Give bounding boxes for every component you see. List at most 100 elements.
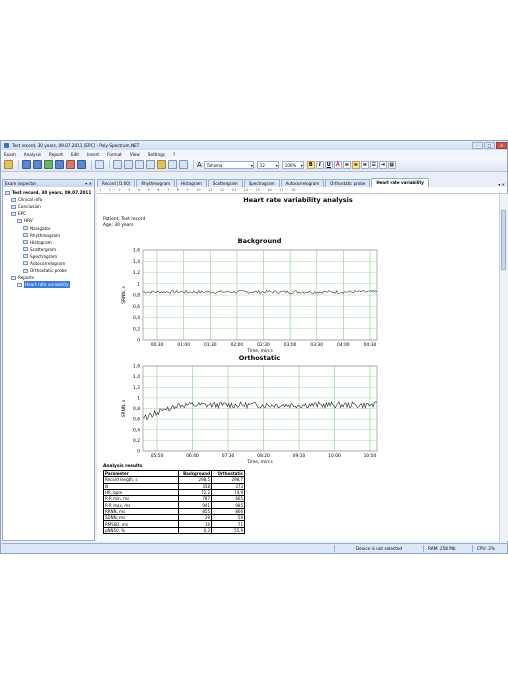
- tree-item-label: Reports: [18, 275, 35, 281]
- analysis-results-table: Parameter Background Orthostatic Record len…: [103, 469, 245, 534]
- print-icon[interactable]: [113, 160, 122, 169]
- tab-7[interactable]: Heart rate variability: [371, 178, 429, 187]
- table-cell: 0,3: [178, 526, 212, 534]
- print-preview-icon[interactable]: [124, 160, 133, 169]
- tree-item[interactable]: Scattergram: [3, 246, 94, 253]
- ruler: · 1 · · · 1 · · · 2 · · · 3 · · · 4 · · …: [97, 187, 507, 194]
- tree-item[interactable]: Orthostatic probe: [3, 267, 94, 274]
- x-tick-label: 10:00: [328, 453, 341, 459]
- table-row: pNN50, % 0,3 55,9: [103, 526, 245, 534]
- analysis-results-title: Analysis results: [103, 464, 143, 469]
- tree-node-icon: [17, 282, 22, 287]
- tree-item-label: EPC: [18, 211, 27, 217]
- bullet-list-icon[interactable]: ☰: [369, 160, 378, 169]
- tree-item-label: Orthostatic probe: [30, 268, 67, 274]
- y-axis-label: SRNN, s: [121, 286, 127, 304]
- maximize-button[interactable]: □: [484, 142, 495, 149]
- x-tick-label: 07:30: [222, 453, 235, 459]
- exam-tree: Test record, 30 years, 09.07.2011 Clinica…: [3, 187, 94, 289]
- y-tick-label: 1,6: [133, 364, 140, 370]
- bold-button[interactable]: B: [306, 160, 315, 169]
- close-button[interactable]: ✕: [496, 142, 507, 149]
- tree-item[interactable]: EPC: [3, 210, 94, 217]
- underline-button[interactable]: U: [324, 160, 333, 169]
- cut-icon[interactable]: [135, 160, 144, 169]
- tab-6[interactable]: Orthostatic probe: [325, 179, 371, 187]
- tree-item[interactable]: Rhythmogram: [3, 232, 94, 239]
- tree-item-label: Spectrogram: [30, 253, 58, 259]
- table-cell: pNN50, %: [103, 526, 179, 534]
- font-name-select[interactable]: Tahoma ▾: [203, 160, 254, 169]
- database-icon[interactable]: [55, 160, 64, 169]
- minimize-button[interactable]: –: [472, 142, 483, 149]
- export-icon[interactable]: [44, 160, 53, 169]
- indent-icon[interactable]: ⇥: [378, 160, 387, 169]
- tree-node-icon: [23, 261, 28, 266]
- redo-icon[interactable]: [179, 160, 188, 169]
- wrench-icon[interactable]: [95, 160, 104, 169]
- menu-edit[interactable]: Edit: [71, 152, 79, 157]
- paste-icon[interactable]: [157, 160, 166, 169]
- menu-exam[interactable]: Exam: [4, 152, 16, 157]
- tree-item[interactable]: Spectrogram: [3, 253, 94, 260]
- menu-format[interactable]: Format: [107, 152, 122, 157]
- copy-icon[interactable]: [146, 160, 155, 169]
- tree-node-icon: [11, 204, 16, 209]
- menu-view[interactable]: View: [130, 152, 140, 157]
- undo-icon[interactable]: [168, 160, 177, 169]
- tab-2[interactable]: Histogram: [176, 179, 207, 187]
- font-color-button[interactable]: A: [333, 160, 342, 169]
- tree-item-label: HRV: [24, 218, 33, 224]
- exam-inspector-panel: Exam inspector ⌖ ✕ Test record, 30 years…: [2, 179, 95, 541]
- tree-item[interactable]: Test record, 30 years, 09.07.2011: [3, 189, 94, 196]
- y-tick-label: 0,4: [133, 427, 140, 433]
- vertical-scrollbar[interactable]: [499, 194, 508, 541]
- panel-pin-icon[interactable]: ⌖ ✕: [85, 180, 92, 187]
- menu-help[interactable]: ?: [173, 152, 175, 157]
- tab-4[interactable]: Spectrogram: [243, 179, 280, 187]
- tab-0[interactable]: Record [I1:00]: [97, 179, 136, 187]
- open-icon[interactable]: [22, 160, 31, 169]
- tree-item[interactable]: Navigator: [3, 224, 94, 231]
- tree-node-icon: [5, 190, 10, 195]
- zoom-select[interactable]: 100% ▾: [281, 160, 304, 169]
- tree-node-icon: [23, 226, 28, 231]
- x-tick-label: 03:30: [310, 342, 323, 348]
- italic-button[interactable]: I: [315, 160, 324, 169]
- scrollbar-thumb[interactable]: [501, 210, 506, 270]
- x-tick-label: 01:00: [177, 342, 190, 348]
- tree-item-label: Histogram: [30, 239, 52, 245]
- x-tick-label: 10:50: [364, 453, 377, 459]
- x-tick-label: 09:10: [293, 453, 306, 459]
- tree-item[interactable]: Heart rate variability: [3, 281, 94, 289]
- tree-item[interactable]: Reports: [3, 274, 94, 281]
- menu-insert[interactable]: Insert: [87, 152, 99, 157]
- y-tick-label: 0,8: [133, 293, 140, 299]
- tree-item[interactable]: Conclusion: [3, 203, 94, 210]
- tree-item[interactable]: HRV: [3, 217, 94, 224]
- tree-item[interactable]: Autocorrelogram: [3, 260, 94, 267]
- font-size-select[interactable]: 12 ▾: [256, 160, 279, 169]
- new-exam-icon[interactable]: [4, 160, 13, 169]
- menu-report[interactable]: Report: [49, 152, 63, 157]
- align-right-icon[interactable]: ≡: [360, 160, 369, 169]
- monitor-icon[interactable]: [77, 160, 86, 169]
- tree-item[interactable]: Clinical info: [3, 196, 94, 203]
- align-center-icon[interactable]: ≡: [351, 160, 360, 169]
- tab-1[interactable]: Rhythmogram: [136, 179, 176, 187]
- record-icon[interactable]: [66, 160, 75, 169]
- align-left-icon[interactable]: ≡: [342, 160, 351, 169]
- save-icon[interactable]: [33, 160, 42, 169]
- tab-5[interactable]: Autocorrelogram: [280, 179, 325, 187]
- table-cell: Background: [178, 469, 212, 478]
- exam-inspector-header: Exam inspector ⌖ ✕: [3, 180, 94, 187]
- tree-node-icon: [23, 240, 28, 245]
- x-tick-label: 02:00: [231, 342, 244, 348]
- device-status: Device is not selected: [334, 545, 423, 552]
- tree-node-icon: [11, 211, 16, 216]
- tab-3[interactable]: Scattergram: [207, 179, 243, 187]
- table-icon[interactable]: ▦: [387, 160, 396, 169]
- menu-analysis[interactable]: Analysis: [24, 152, 41, 157]
- menu-settings[interactable]: Settings: [148, 152, 165, 157]
- tree-item[interactable]: Histogram: [3, 239, 94, 246]
